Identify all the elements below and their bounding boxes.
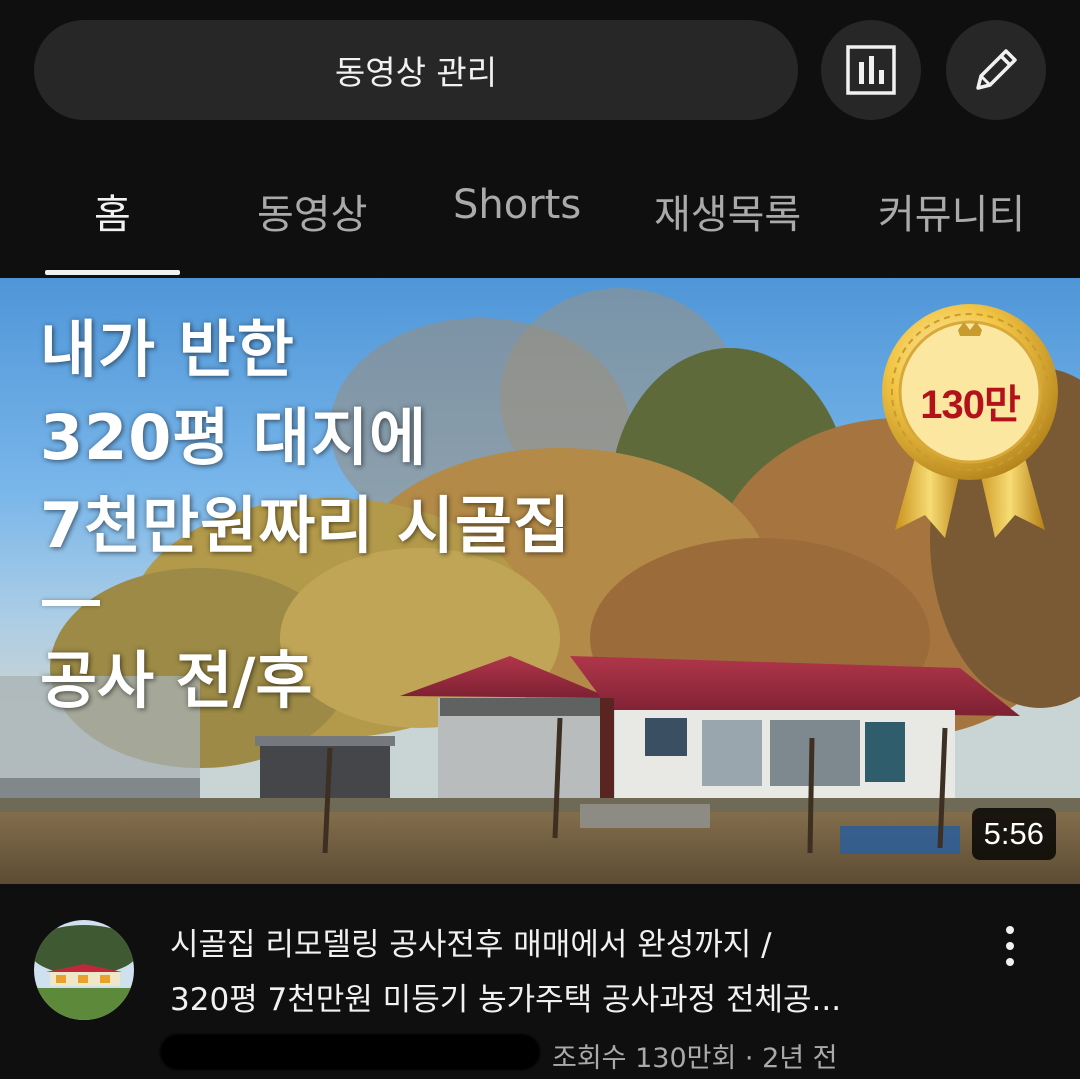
edit-button[interactable] — [946, 20, 1046, 120]
video-thumbnail[interactable]: 내가 반한 320평 대지에 7천만원짜리 시골집 공사 전/후 130만 5:… — [0, 278, 1080, 884]
thumbnail-title: 내가 반한 320평 대지에 7천만원짜리 시골집 — [40, 306, 571, 570]
tab-playlists[interactable]: 재생목록 — [654, 182, 801, 240]
redacted-channel-name — [160, 1034, 540, 1070]
more-options-button[interactable] — [992, 922, 1028, 970]
thumbnail-title-line: 7천만원짜리 시골집 — [40, 489, 572, 562]
tab-shorts[interactable]: Shorts — [453, 182, 581, 228]
medal-label: 130만 — [920, 383, 1021, 427]
manage-videos-label: 동영상 관리 — [334, 53, 498, 92]
more-vert-icon — [1006, 926, 1014, 966]
active-tab-indicator — [45, 270, 180, 275]
video-details: 시골집 리모델링 공사전후 매매에서 완성까지 / 320평 7천만원 미등기 … — [0, 884, 1080, 1079]
video-stats: 조회수 130만회 · 2년 전 — [552, 1043, 838, 1074]
avatar-image — [34, 920, 134, 1020]
thumbnail-subtitle: 공사 전/후 — [40, 644, 313, 717]
video-title-line: 320평 7천만원 미등기 농가주택 공사과정 전체공... — [170, 982, 842, 1018]
tab-community[interactable]: 커뮤니티 — [878, 182, 1025, 240]
pencil-icon — [976, 49, 1017, 90]
tab-home[interactable]: 홈 — [94, 182, 131, 240]
manage-videos-button[interactable]: 동영상 관리 — [34, 20, 798, 120]
video-title[interactable]: 시골집 리모델링 공사전후 매매에서 완성까지 / 320평 7천만원 미등기 … — [170, 918, 960, 1028]
video-duration: 5:56 — [971, 808, 1056, 860]
thumbnail-title-line: 320평 대지에 — [40, 401, 428, 474]
video-title-line: 시골집 리모델링 공사전후 매매에서 완성까지 / — [170, 927, 772, 963]
thumbnail-divider — [42, 600, 100, 606]
channel-tabs: 홈 동영상 Shorts 재생목록 커뮤니티 — [0, 150, 1080, 279]
gold-medal-badge: 130만 — [880, 300, 1060, 540]
thumbnail-title-line: 내가 반한 — [40, 313, 295, 386]
channel-avatar[interactable] — [34, 920, 134, 1020]
tab-videos[interactable]: 동영상 — [257, 182, 367, 240]
analytics-button[interactable] — [821, 20, 921, 120]
analytics-icon — [846, 45, 896, 95]
top-bar: 동영상 관리 — [0, 0, 1080, 140]
